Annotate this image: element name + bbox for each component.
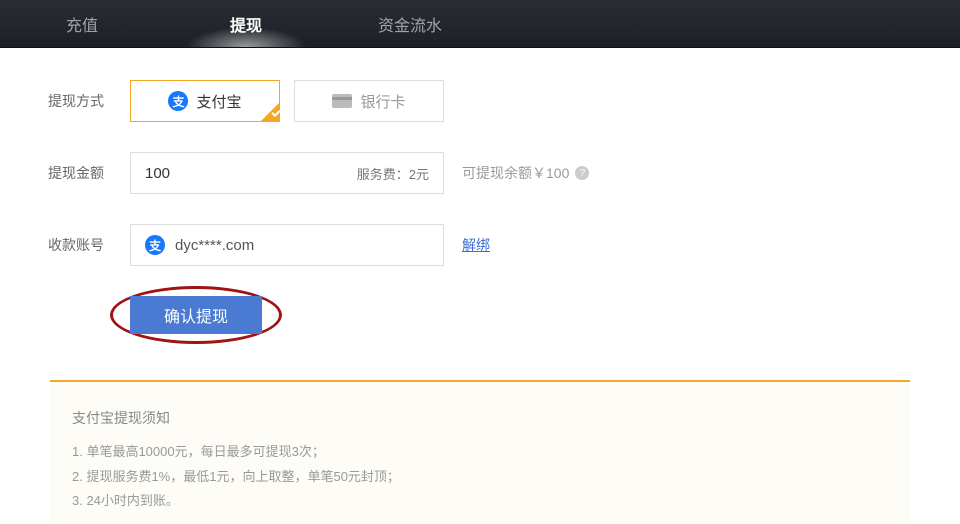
tab-recharge[interactable]: 充值 (0, 0, 164, 47)
unbind-link[interactable]: 解绑 (462, 235, 490, 255)
label-method: 提现方式 (48, 91, 130, 111)
available-balance: 可提现余额￥100 ? (462, 163, 589, 183)
balance-value-text: 可提现余额￥100 (462, 163, 569, 183)
notice-line-1: 1. 单笔最高10000元，每日最多可提现3次； (72, 440, 888, 465)
notice-title: 支付宝提现须知 (72, 408, 888, 428)
account-display: 支 dyc****.com (130, 224, 444, 266)
method-bankcard[interactable]: 银行卡 (294, 80, 444, 122)
selected-check-icon (261, 103, 279, 121)
method-alipay[interactable]: 支 支付宝 (130, 80, 280, 122)
method-alipay-label: 支付宝 (196, 91, 241, 112)
tab-funds-flow[interactable]: 资金流水 (328, 0, 492, 47)
tab-withdraw[interactable]: 提现 (164, 0, 328, 47)
alipay-icon: 支 (145, 235, 165, 255)
row-confirm: 确认提现 (48, 296, 912, 334)
bankcard-icon (332, 94, 352, 108)
confirm-withdraw-button[interactable]: 确认提现 (130, 296, 262, 334)
label-account: 收款账号 (48, 235, 130, 255)
row-account: 收款账号 支 dyc****.com 解绑 (48, 224, 912, 266)
notice-line-2: 2. 提现服务费1%，最低1元，向上取整，单笔50元封顶； (72, 465, 888, 490)
service-fee-text: 服务费：2元 (357, 164, 429, 183)
top-tab-bar: 充值 提现 资金流水 (0, 0, 960, 48)
withdraw-form: 提现方式 支 支付宝 银行卡 提现金额 服务费：2元 可提现余额￥100 ? 收… (0, 48, 960, 524)
notice-line-3: 3. 24小时内到账。 (72, 489, 888, 514)
withdraw-notice: 支付宝提现须知 1. 单笔最高10000元，每日最多可提现3次； 2. 提现服务… (50, 380, 910, 524)
amount-input[interactable] (145, 165, 305, 182)
amount-input-wrapper: 服务费：2元 (130, 152, 444, 194)
method-bankcard-label: 银行卡 (360, 91, 405, 112)
alipay-icon: 支 (168, 91, 188, 111)
label-amount: 提现金额 (48, 163, 130, 183)
account-value: dyc****.com (175, 237, 254, 254)
row-method: 提现方式 支 支付宝 银行卡 (48, 80, 912, 122)
row-amount: 提现金额 服务费：2元 可提现余额￥100 ? (48, 152, 912, 194)
help-icon[interactable]: ? (575, 166, 589, 180)
method-options: 支 支付宝 银行卡 (130, 80, 444, 122)
